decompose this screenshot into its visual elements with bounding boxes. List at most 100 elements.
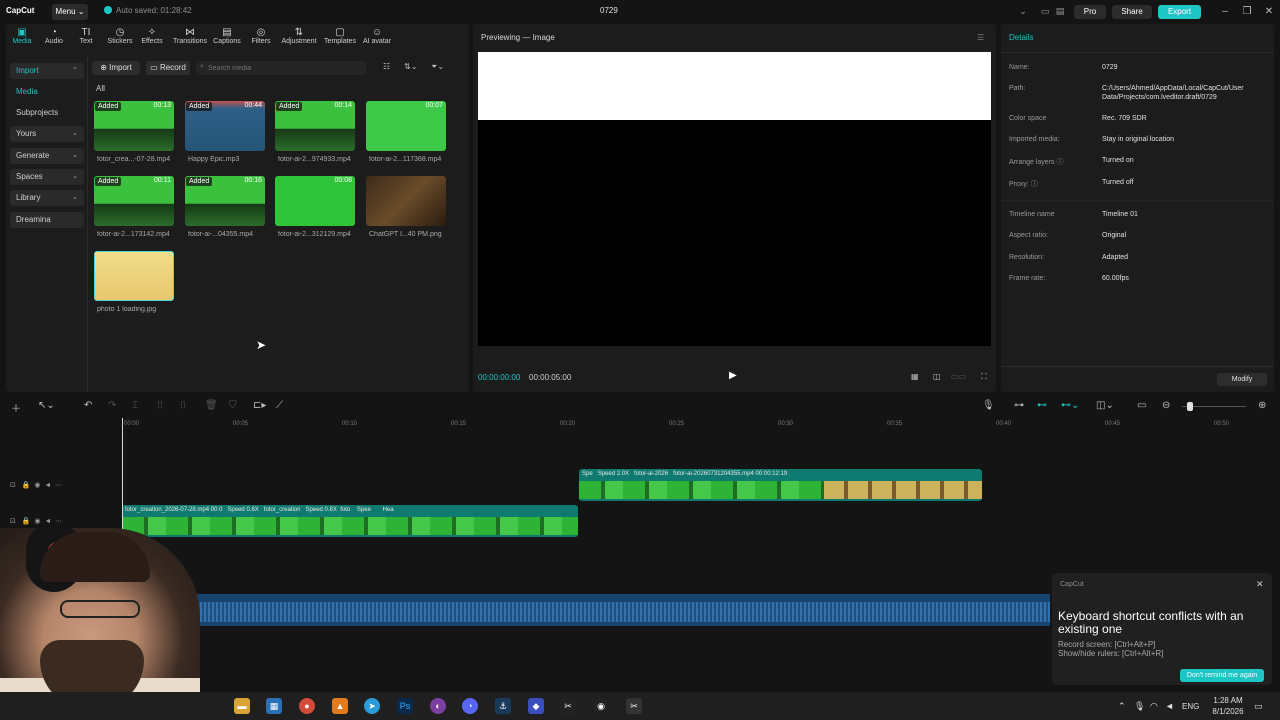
nav-subprojects[interactable]: Subprojects <box>10 105 84 121</box>
tab-captions[interactable]: ▤ Captions <box>211 27 243 51</box>
resolution-icon[interactable]: ▦ <box>911 372 919 381</box>
chevron-up-icon[interactable]: ⌃ <box>1118 701 1126 712</box>
filter-icon[interactable]: ⏷⌄ <box>431 62 444 72</box>
split-icon[interactable]: ⌶ <box>132 400 138 411</box>
pro-button[interactable]: Pro <box>1074 5 1106 19</box>
telegram-icon[interactable]: ➤ <box>364 698 380 714</box>
audio-clip[interactable] <box>180 594 1050 626</box>
tab-audio[interactable]: ◔ Audio <box>38 27 70 51</box>
nav-yours[interactable]: Yours ⌄ <box>10 126 84 142</box>
modify-button[interactable]: Modify <box>1217 373 1267 386</box>
link-icon[interactable]: ⊶ <box>1014 400 1024 411</box>
share-button[interactable]: Share <box>1112 5 1152 19</box>
close-icon[interactable]: ✕ <box>1261 4 1277 20</box>
media-thumb-selected[interactable] <box>94 251 174 301</box>
layout-icon[interactable]: ⌄ <box>1018 6 1028 16</box>
split-right-icon[interactable]: ⌷ <box>180 400 186 411</box>
vlc-icon[interactable]: ▲ <box>332 698 348 714</box>
clock-date[interactable]: 8/1/2026 <box>1206 707 1250 716</box>
tab-effects[interactable]: ✧ Effects <box>136 27 168 51</box>
media-thumb[interactable] <box>366 176 446 226</box>
tab-text[interactable]: TI Text <box>70 27 102 51</box>
nav-spaces[interactable]: Spaces ⌄ <box>10 169 84 185</box>
menu-button[interactable]: Menu ⌄ <box>52 4 88 20</box>
capcut-active-icon[interactable]: ✂ <box>626 698 642 714</box>
magic-icon[interactable]: ⟋ <box>276 400 283 411</box>
minimize-icon[interactable]: – <box>1217 4 1233 20</box>
crop-icon[interactable]: ⊏▸ <box>253 400 266 411</box>
eye-icon[interactable]: ◉ <box>34 518 40 525</box>
caption-icon[interactable]: ▭ <box>1137 400 1146 411</box>
split-left-icon[interactable]: ⌷ <box>157 400 163 411</box>
dont-remind-button[interactable]: Don't remind me again <box>1180 669 1264 682</box>
media-thumb[interactable]: Added 00:14 <box>275 101 355 151</box>
notification-icon[interactable]: ▭ <box>1254 701 1263 712</box>
record-button[interactable]: ▭ Record <box>146 61 190 75</box>
nav-generate[interactable]: Generate ⌄ <box>10 148 84 164</box>
fullscreen-icon[interactable]: ⛶ <box>981 372 987 382</box>
media-thumb[interactable]: 00:07 <box>366 101 446 151</box>
eye-icon[interactable]: ◉ <box>34 482 40 489</box>
language-indicator[interactable]: ENG <box>1182 702 1199 711</box>
view-grid-icon[interactable]: ☷ <box>383 62 390 71</box>
shield-icon[interactable]: ⛉ <box>229 400 237 411</box>
info-icon[interactable]: ⓘ <box>1056 159 1063 166</box>
nav-media[interactable]: Media <box>10 84 84 100</box>
clock-time[interactable]: 1:28 AM <box>1208 696 1248 705</box>
file-explorer-icon[interactable]: ▬ <box>234 698 250 714</box>
media-thumb[interactable]: Added 00:11 <box>94 176 174 226</box>
tab-filters[interactable]: ◎ Filters <box>245 27 277 51</box>
maximize-icon[interactable]: ❐ <box>1239 4 1255 20</box>
play-icon[interactable]: ▶ <box>729 370 737 381</box>
tab-adjustment[interactable]: ⇅ Adjustment <box>280 27 318 51</box>
export-button[interactable]: Export <box>1158 5 1201 19</box>
add-icon[interactable]: ＋ <box>11 400 21 415</box>
more-icon[interactable]: ⋯ <box>55 518 62 525</box>
monitor-icon[interactable]: ▭ <box>1040 6 1050 16</box>
info-icon[interactable]: ⓘ <box>1031 181 1038 188</box>
obs-icon[interactable]: ◉ <box>593 698 609 714</box>
nav-import[interactable]: Import ⌃ <box>10 63 84 79</box>
app-icon[interactable]: ◐ <box>430 698 446 714</box>
close-icon[interactable]: ✕ <box>1256 579 1264 590</box>
speaker-icon[interactable]: ◄ <box>44 482 51 489</box>
redo-icon[interactable]: ↷ <box>108 400 116 411</box>
menu-icon[interactable]: ☰ <box>977 33 984 42</box>
tab-templates[interactable]: ▢ Templates <box>322 27 358 51</box>
zoom-slider-handle[interactable] <box>1187 402 1193 411</box>
ratio-icon[interactable]: ▭▭ <box>951 372 966 381</box>
zoom-in-icon[interactable]: ⊕ <box>1258 400 1266 411</box>
capcut-icon[interactable]: ✂ <box>560 698 576 714</box>
discord-icon[interactable]: ◔ <box>462 698 478 714</box>
magnet-icon[interactable]: ⊷ <box>1037 400 1047 411</box>
nav-library[interactable]: Library ⌄ <box>10 190 84 206</box>
sort-icon[interactable]: ⇅⌄ <box>404 62 417 71</box>
photoshop-icon[interactable]: Ps <box>397 698 413 714</box>
media-thumb[interactable]: Added 00:13 <box>94 101 174 151</box>
media-thumb[interactable]: 00:08 <box>275 176 355 226</box>
chrome-icon[interactable]: ● <box>299 698 315 714</box>
tab-media[interactable]: ▣ Media <box>6 27 38 51</box>
screenshot-icon[interactable]: ◫ <box>933 372 941 381</box>
nav-dreamina[interactable]: Dreamina <box>10 212 84 228</box>
lock-icon[interactable]: 🔒 <box>22 518 31 525</box>
shortcut-icon[interactable]: ▤ <box>1055 6 1065 16</box>
media-thumb[interactable]: Added 00:16 <box>185 176 265 226</box>
search-input[interactable] <box>196 61 366 75</box>
delete-icon[interactable]: 🗑 <box>205 400 218 411</box>
more-icon[interactable]: ⋯ <box>55 482 62 489</box>
lock-icon[interactable]: 🔒 <box>22 482 31 489</box>
volume-icon[interactable]: ◄ <box>1165 701 1174 711</box>
snap-icon[interactable]: ⊷⌄ <box>1061 400 1079 411</box>
select-tool-icon[interactable]: ↖⌄ <box>38 400 55 411</box>
cover-icon[interactable]: ⊡ <box>10 482 16 489</box>
steam-icon[interactable]: ⚓ <box>495 698 511 714</box>
zoom-out-icon[interactable]: ⊖ <box>1162 400 1170 411</box>
import-button[interactable]: ⊕ Import <box>92 61 140 75</box>
wifi-icon[interactable]: ◠ <box>1150 701 1158 712</box>
tab-ai-avatar[interactable]: ☺ AI avatar <box>360 27 394 51</box>
microphone-icon[interactable]: 🎙 <box>1134 701 1145 712</box>
cover-icon[interactable]: ⊡ <box>10 518 16 525</box>
video-clip[interactable]: Spe Speed 2.0X fotor-ai-2026 fotor-ai-20… <box>579 469 982 501</box>
media-thumb[interactable]: Added 00:44 <box>185 101 265 151</box>
